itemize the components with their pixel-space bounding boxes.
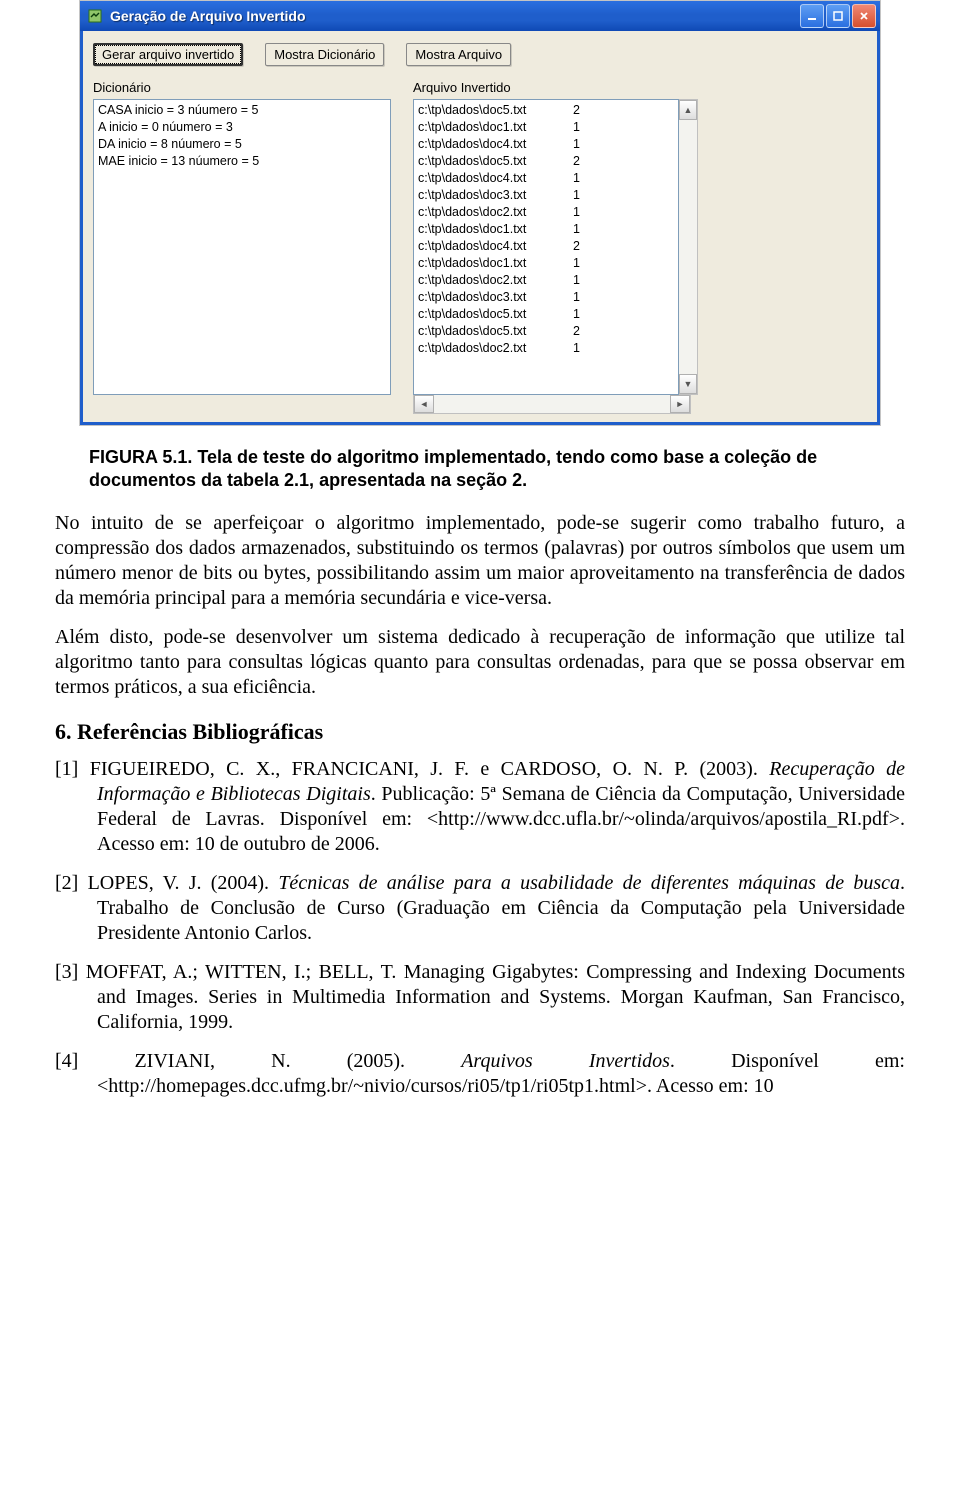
list-item[interactable]: DA inicio = 8 núumero = 5: [98, 136, 386, 153]
file-count: 1: [573, 204, 607, 221]
file-count: 2: [573, 153, 607, 170]
file-path: c:\tp\dados\doc1.txt: [418, 255, 573, 272]
list-item[interactable]: c:\tp\dados\doc5.txt2: [418, 323, 674, 340]
scroll-track[interactable]: [434, 395, 670, 413]
file-count: 1: [573, 187, 607, 204]
inverted-panel: Arquivo Invertido c:\tp\dados\doc5.txt2c…: [413, 80, 698, 414]
paragraph: No intuito de se aperfeiçoar o algoritmo…: [55, 511, 905, 611]
list-item[interactable]: c:\tp\dados\doc3.txt1: [418, 289, 674, 306]
file-count: 1: [573, 340, 607, 357]
file-path: c:\tp\dados\doc2.txt: [418, 272, 573, 289]
show-dictionary-button[interactable]: Mostra Dicionário: [265, 43, 384, 66]
scroll-right-icon[interactable]: ►: [670, 395, 690, 413]
file-path: c:\tp\dados\doc3.txt: [418, 289, 573, 306]
section-heading: 6. Referências Bibliográficas: [55, 718, 905, 746]
file-count: 1: [573, 119, 607, 136]
file-count: 1: [573, 272, 607, 289]
file-path: c:\tp\dados\doc5.txt: [418, 102, 573, 119]
reference-text: [1] FIGUEIREDO, C. X., FRANCICANI, J. F.…: [55, 758, 769, 780]
list-item[interactable]: c:\tp\dados\doc5.txt2: [418, 153, 674, 170]
list-item[interactable]: c:\tp\dados\doc1.txt1: [418, 255, 674, 272]
file-path: c:\tp\dados\doc2.txt: [418, 204, 573, 221]
reference-item: [4] ZIVIANI, N. (2005). Arquivos Inverti…: [55, 1049, 905, 1099]
scroll-down-icon[interactable]: ▼: [679, 374, 697, 394]
minimize-button[interactable]: [800, 4, 824, 28]
article-body: FIGURA 5.1. Tela de teste do algoritmo i…: [55, 446, 905, 1099]
dictionary-label: Dicionário: [93, 80, 391, 95]
file-count: 2: [573, 323, 607, 340]
reference-text: [2] LOPES, V. J. (2004).: [55, 872, 278, 894]
file-path: c:\tp\dados\doc2.txt: [418, 340, 573, 357]
titlebar[interactable]: Geração de Arquivo Invertido: [80, 1, 880, 31]
file-path: c:\tp\dados\doc5.txt: [418, 306, 573, 323]
file-path: c:\tp\dados\doc4.txt: [418, 170, 573, 187]
list-item[interactable]: CASA inicio = 3 núumero = 5: [98, 102, 386, 119]
horizontal-scrollbar[interactable]: ◄ ►: [413, 395, 691, 414]
app-window: Geração de Arquivo Invertido Gerar arqui…: [79, 0, 881, 426]
file-path: c:\tp\dados\doc3.txt: [418, 187, 573, 204]
list-item[interactable]: c:\tp\dados\doc5.txt1: [418, 306, 674, 323]
scroll-left-icon[interactable]: ◄: [414, 395, 434, 413]
file-count: 1: [573, 255, 607, 272]
reference-title: Técnicas de análise para a usabilidade d…: [278, 872, 900, 894]
dictionary-listbox[interactable]: CASA inicio = 3 núumero = 5A inicio = 0 …: [93, 99, 391, 395]
list-item[interactable]: c:\tp\dados\doc1.txt1: [418, 119, 674, 136]
reference-text: [4] ZIVIANI, N. (2005).: [55, 1050, 461, 1072]
figure-caption: FIGURA 5.1. Tela de teste do algoritmo i…: [89, 446, 905, 493]
file-count: 1: [573, 221, 607, 238]
file-path: c:\tp\dados\doc5.txt: [418, 153, 573, 170]
file-count: 1: [573, 136, 607, 153]
list-item[interactable]: c:\tp\dados\doc2.txt1: [418, 204, 674, 221]
file-count: 1: [573, 170, 607, 187]
list-item[interactable]: c:\tp\dados\doc3.txt1: [418, 187, 674, 204]
file-count: 1: [573, 289, 607, 306]
scroll-up-icon[interactable]: ▲: [679, 100, 697, 120]
list-item[interactable]: MAE inicio = 13 núumero = 5: [98, 153, 386, 170]
file-count: 2: [573, 238, 607, 255]
file-path: c:\tp\dados\doc5.txt: [418, 323, 573, 340]
show-file-button[interactable]: Mostra Arquivo: [406, 43, 511, 66]
window-title: Geração de Arquivo Invertido: [110, 8, 800, 24]
maximize-button[interactable]: [826, 4, 850, 28]
file-path: c:\tp\dados\doc1.txt: [418, 119, 573, 136]
list-item[interactable]: c:\tp\dados\doc2.txt1: [418, 272, 674, 289]
file-path: c:\tp\dados\doc4.txt: [418, 136, 573, 153]
reference-item: [3] MOFFAT, A.; WITTEN, I.; BELL, T. Man…: [55, 960, 905, 1035]
close-button[interactable]: [852, 4, 876, 28]
file-path: c:\tp\dados\doc4.txt: [418, 238, 573, 255]
app-icon: [86, 7, 104, 25]
list-item[interactable]: c:\tp\dados\doc4.txt1: [418, 170, 674, 187]
list-item[interactable]: c:\tp\dados\doc4.txt2: [418, 238, 674, 255]
reference-title: Arquivos Invertidos: [461, 1050, 670, 1072]
reference-item: [2] LOPES, V. J. (2004). Técnicas de aná…: [55, 871, 905, 946]
list-item[interactable]: c:\tp\dados\doc5.txt2: [418, 102, 674, 119]
file-path: c:\tp\dados\doc1.txt: [418, 221, 573, 238]
list-item[interactable]: c:\tp\dados\doc1.txt1: [418, 221, 674, 238]
vertical-scrollbar[interactable]: ▲ ▼: [679, 99, 698, 395]
inverted-label: Arquivo Invertido: [413, 80, 698, 95]
dictionary-panel: Dicionário CASA inicio = 3 núumero = 5A …: [93, 80, 391, 414]
paragraph: Além disto, pode-se desenvolver um siste…: [55, 625, 905, 700]
list-item[interactable]: c:\tp\dados\doc2.txt1: [418, 340, 674, 357]
reference-item: [1] FIGUEIREDO, C. X., FRANCICANI, J. F.…: [55, 757, 905, 857]
list-item[interactable]: A inicio = 0 núumero = 3: [98, 119, 386, 136]
generate-button[interactable]: Gerar arquivo invertido: [93, 43, 243, 66]
file-count: 2: [573, 102, 607, 119]
inverted-listbox[interactable]: c:\tp\dados\doc5.txt2c:\tp\dados\doc1.tx…: [413, 99, 679, 395]
scroll-track[interactable]: [679, 120, 697, 374]
file-count: 1: [573, 306, 607, 323]
client-area: Gerar arquivo invertido Mostra Dicionári…: [80, 31, 880, 425]
list-item[interactable]: c:\tp\dados\doc4.txt1: [418, 136, 674, 153]
